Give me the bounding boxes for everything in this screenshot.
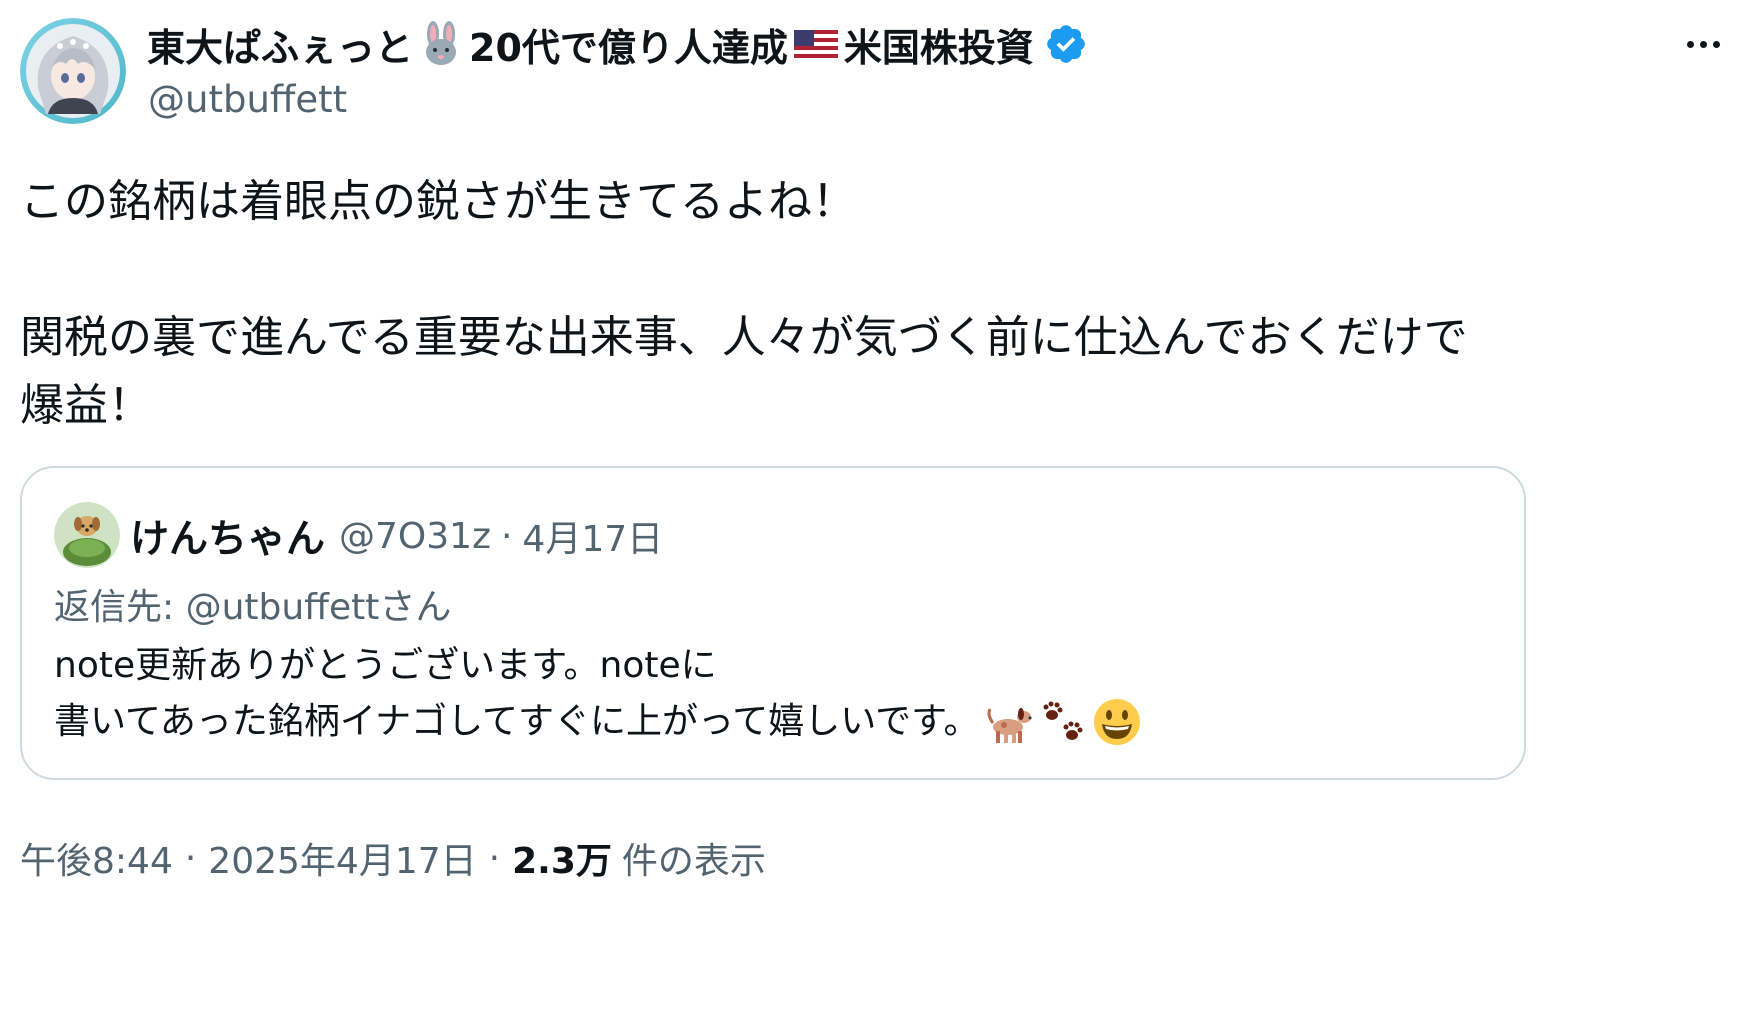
author-handle[interactable]: @utbuffett	[148, 78, 347, 121]
more-options-button[interactable]	[1675, 22, 1731, 66]
grinning-face-icon	[1092, 697, 1142, 747]
reply-to-label: 返信先: @utbuffettさん	[54, 587, 452, 628]
author-name-part1: 東大ぱふぇっと	[147, 25, 414, 70]
quoted-date[interactable]: 4月17日	[522, 510, 663, 562]
verified-badge-icon[interactable]	[1044, 22, 1088, 66]
quoted-author-name[interactable]: けんちゃん	[130, 508, 325, 564]
quoted-line-2: 書いてあった銘柄イナゴしてすぐに上がって嬉しいです。	[54, 694, 1494, 750]
author-name[interactable]: 東大ぱふぇっと 20代で億り人達成 米国株投資	[147, 18, 1088, 70]
more-dot	[1686, 40, 1694, 48]
tweet-line: 関税の裏で進んでる重要な出来事、人々が気づく前に仕込んでおくだけで	[20, 312, 1468, 363]
more-dot	[1712, 40, 1720, 48]
quoted-tweet-card[interactable]: けんちゃん @7O31z · 4月17日 返信先: @utbuffettさん n…	[20, 466, 1526, 780]
separator: ·	[488, 837, 501, 879]
separator: ·	[500, 515, 513, 557]
author-name-part2: 20代で億り人達成	[469, 25, 788, 70]
author-avatar[interactable]	[20, 18, 126, 124]
rabbit-face-icon	[417, 20, 465, 68]
quoted-text: note更新ありがとうございます。noteに 書いてあった銘柄イナゴしてすぐに上…	[54, 638, 1494, 750]
quoted-author-avatar[interactable]	[54, 502, 120, 568]
quoted-line-text: 書いてあった銘柄イナゴしてすぐに上がって嬉しいです。	[54, 701, 980, 742]
quoted-line: note更新ありがとうございます。noteに	[54, 645, 717, 686]
quoted-author-handle[interactable]: @7O31z	[339, 516, 491, 557]
tweet-time[interactable]: 午後8:44	[20, 832, 173, 884]
tweet-line: 爆益！	[20, 380, 152, 431]
more-dot	[1699, 40, 1707, 48]
views-label: 件の表示	[621, 841, 766, 882]
author-name-part3: 米国株投資	[843, 25, 1034, 70]
tweet-line: この銘柄は着眼点の鋭さが生きてるよね！	[20, 176, 856, 227]
us-flag-icon	[792, 20, 840, 68]
tweet-date[interactable]: 2025年4月17日	[208, 832, 476, 884]
tweet-meta: 午後8:44 · 2025年4月17日 · 2.3万 件の表示	[20, 832, 766, 884]
separator: ·	[184, 837, 197, 879]
views-count[interactable]: 2.3万	[512, 832, 612, 884]
dog-icon	[984, 697, 1034, 747]
paw-prints-icon	[1038, 697, 1088, 747]
quoted-header: けんちゃん @7O31z · 4月17日	[130, 506, 663, 566]
tweet-text: この銘柄は着眼点の鋭さが生きてるよね！ 関税の裏で進んでる重要な出来事、人々が気…	[20, 168, 1530, 440]
